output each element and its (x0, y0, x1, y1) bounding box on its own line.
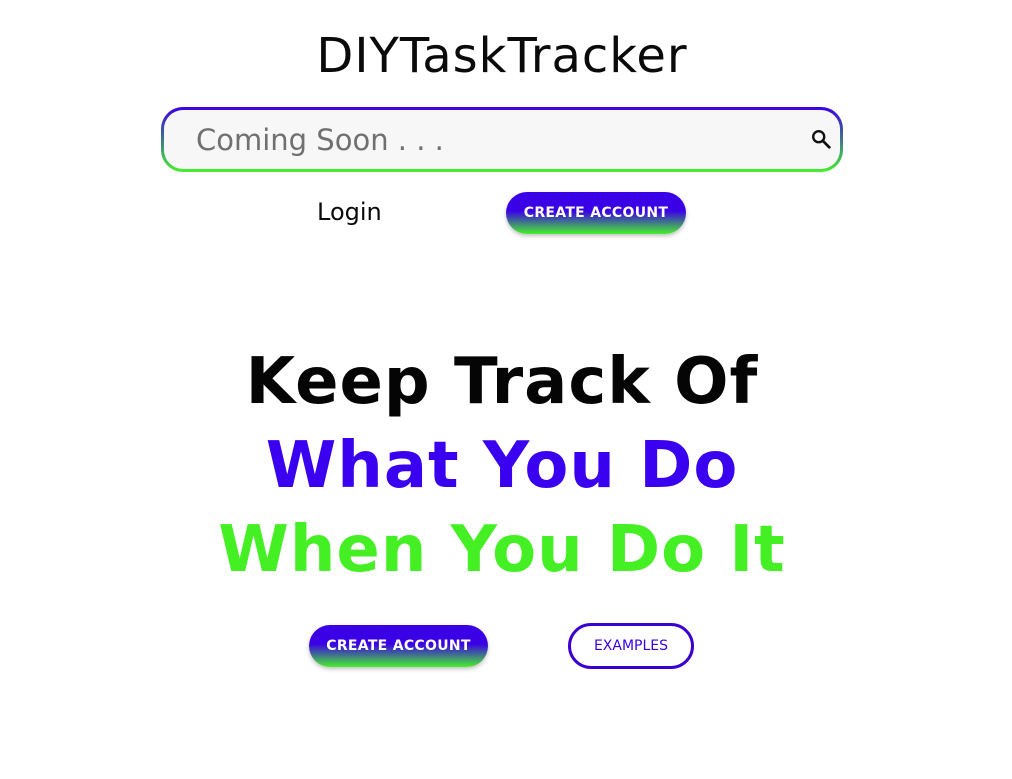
create-account-button-header[interactable]: CREATE ACCOUNT (506, 192, 686, 234)
hero-line-1: Keep Track Of (245, 345, 759, 419)
login-link[interactable]: Login (317, 198, 382, 226)
hero-line-2: What You Do (265, 429, 739, 503)
search-bar (161, 107, 843, 172)
create-account-button-hero[interactable]: CREATE ACCOUNT (309, 625, 488, 667)
app-title: DIYTaskTracker (316, 28, 688, 84)
examples-button[interactable]: EXAMPLES (568, 623, 694, 669)
search-bar-inner (164, 110, 840, 169)
landing-page: DIYTaskTracker Login CREATE ACCOUNT Keep… (0, 0, 1012, 779)
search-icon[interactable] (810, 128, 832, 150)
hero-line-3: When You Do It (218, 513, 786, 587)
search-input[interactable] (164, 110, 840, 169)
